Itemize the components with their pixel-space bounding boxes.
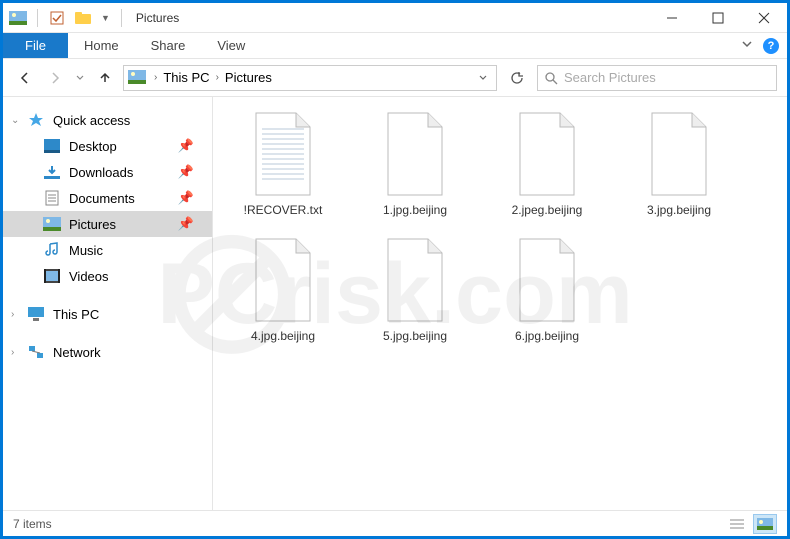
pin-icon: 📌 xyxy=(178,138,194,154)
file-label: 3.jpg.beijing xyxy=(647,203,711,217)
file-item[interactable]: 2.jpeg.beijing xyxy=(485,109,609,217)
downloads-icon xyxy=(43,164,61,180)
sidebar-item-desktop[interactable]: Desktop 📌 xyxy=(3,133,212,159)
chevron-right-icon[interactable]: › xyxy=(11,309,14,320)
sidebar-item-label: Downloads xyxy=(69,165,133,180)
navigation-bar: › This PC › Pictures xyxy=(3,59,787,97)
file-label: 5.jpg.beijing xyxy=(383,329,447,343)
file-item[interactable]: 6.jpg.beijing xyxy=(485,235,609,343)
sidebar-item-documents[interactable]: Documents 📌 xyxy=(3,185,212,211)
sidebar-item-music[interactable]: Music xyxy=(3,237,212,263)
file-item[interactable]: 5.jpg.beijing xyxy=(353,235,477,343)
file-item[interactable]: 3.jpg.beijing xyxy=(617,109,741,217)
sidebar-this-pc[interactable]: › This PC xyxy=(3,301,212,327)
icons-view-button[interactable] xyxy=(753,514,777,534)
chevron-down-icon[interactable] xyxy=(478,73,488,83)
recent-dropdown-icon[interactable] xyxy=(73,66,87,90)
chevron-right-icon[interactable]: › xyxy=(212,72,223,83)
body: PCrisk.com ⌄ Quick access Desktop 📌 Down… xyxy=(3,97,787,510)
sidebar-item-label: Network xyxy=(53,345,101,360)
minimize-button[interactable] xyxy=(649,3,695,33)
computer-icon xyxy=(27,306,45,322)
sidebar-item-downloads[interactable]: Downloads 📌 xyxy=(3,159,212,185)
breadcrumb-item[interactable]: This PC xyxy=(163,70,209,85)
pin-icon: 📌 xyxy=(178,190,194,206)
sidebar-network[interactable]: › Network xyxy=(3,339,212,365)
star-icon xyxy=(27,112,45,128)
expand-ribbon-icon[interactable] xyxy=(741,37,753,55)
back-button[interactable] xyxy=(13,66,37,90)
ribbon: File Home Share View ? xyxy=(3,33,787,59)
sidebar-item-label: Quick access xyxy=(53,113,130,128)
file-item[interactable]: 4.jpg.beijing xyxy=(221,235,345,343)
sidebar-item-label: This PC xyxy=(53,307,99,322)
file-icon xyxy=(375,235,455,325)
pin-icon: 📌 xyxy=(178,164,194,180)
sidebar-item-label: Documents xyxy=(69,191,135,206)
refresh-button[interactable] xyxy=(503,65,531,91)
sidebar-quick-access[interactable]: ⌄ Quick access xyxy=(3,107,212,133)
file-icon xyxy=(639,109,719,199)
sidebar-item-pictures[interactable]: Pictures 📌 xyxy=(3,211,212,237)
breadcrumb[interactable]: › This PC › Pictures xyxy=(123,65,497,91)
search-icon xyxy=(544,71,558,85)
file-icon xyxy=(243,109,323,199)
close-button[interactable] xyxy=(741,3,787,33)
status-bar: 7 items xyxy=(3,510,787,536)
file-icon xyxy=(375,109,455,199)
maximize-button[interactable] xyxy=(695,3,741,33)
forward-button[interactable] xyxy=(43,66,67,90)
window-title: Pictures xyxy=(136,11,179,25)
qat-newfolder-icon[interactable] xyxy=(72,8,94,28)
file-label: 6.jpg.beijing xyxy=(515,329,579,343)
breadcrumb-item[interactable]: Pictures xyxy=(225,70,272,85)
sidebar-item-label: Pictures xyxy=(69,217,116,232)
app-icon xyxy=(7,8,29,28)
file-tab[interactable]: File xyxy=(3,33,68,58)
file-icon xyxy=(507,109,587,199)
qat-dropdown-icon[interactable]: ▼ xyxy=(98,13,113,23)
chevron-down-icon[interactable]: ⌄ xyxy=(11,115,19,126)
sidebar-item-label: Music xyxy=(69,243,103,258)
videos-icon xyxy=(43,268,61,284)
tab-view[interactable]: View xyxy=(201,33,261,58)
file-item[interactable]: 1.jpg.beijing xyxy=(353,109,477,217)
music-icon xyxy=(43,242,61,258)
search-box[interactable] xyxy=(537,65,777,91)
file-label: 1.jpg.beijing xyxy=(383,203,447,217)
file-label: !RECOVER.txt xyxy=(244,203,323,217)
pictures-icon xyxy=(43,216,61,232)
pin-icon: 📌 xyxy=(178,216,194,232)
sidebar-item-label: Desktop xyxy=(69,139,117,154)
chevron-right-icon[interactable]: › xyxy=(150,72,161,83)
qat-properties-icon[interactable] xyxy=(46,8,68,28)
file-item[interactable]: !RECOVER.txt xyxy=(221,109,345,217)
chevron-right-icon[interactable]: › xyxy=(11,347,14,358)
sidebar-item-label: Videos xyxy=(69,269,109,284)
navigation-pane: ⌄ Quick access Desktop 📌 Downloads 📌 Doc… xyxy=(3,97,213,510)
network-icon xyxy=(27,344,45,360)
file-label: 4.jpg.beijing xyxy=(251,329,315,343)
documents-icon xyxy=(43,190,61,206)
search-input[interactable] xyxy=(564,70,770,85)
sidebar-item-videos[interactable]: Videos xyxy=(3,263,212,289)
details-view-button[interactable] xyxy=(725,514,749,534)
tab-share[interactable]: Share xyxy=(135,33,202,58)
help-icon[interactable]: ? xyxy=(763,38,779,54)
breadcrumb-location-icon xyxy=(128,70,148,86)
up-button[interactable] xyxy=(93,66,117,90)
status-count: 7 items xyxy=(13,517,52,531)
file-icon xyxy=(507,235,587,325)
title-bar: ▼ Pictures xyxy=(3,3,787,33)
tab-home[interactable]: Home xyxy=(68,33,135,58)
desktop-icon xyxy=(43,138,61,154)
file-view[interactable]: !RECOVER.txt 1.jpg.beijing 2.jpeg.beijing 3… xyxy=(213,97,787,510)
explorer-window: ▼ Pictures File Home Share View ? › xyxy=(3,3,787,536)
file-icon xyxy=(243,235,323,325)
file-label: 2.jpeg.beijing xyxy=(512,203,583,217)
